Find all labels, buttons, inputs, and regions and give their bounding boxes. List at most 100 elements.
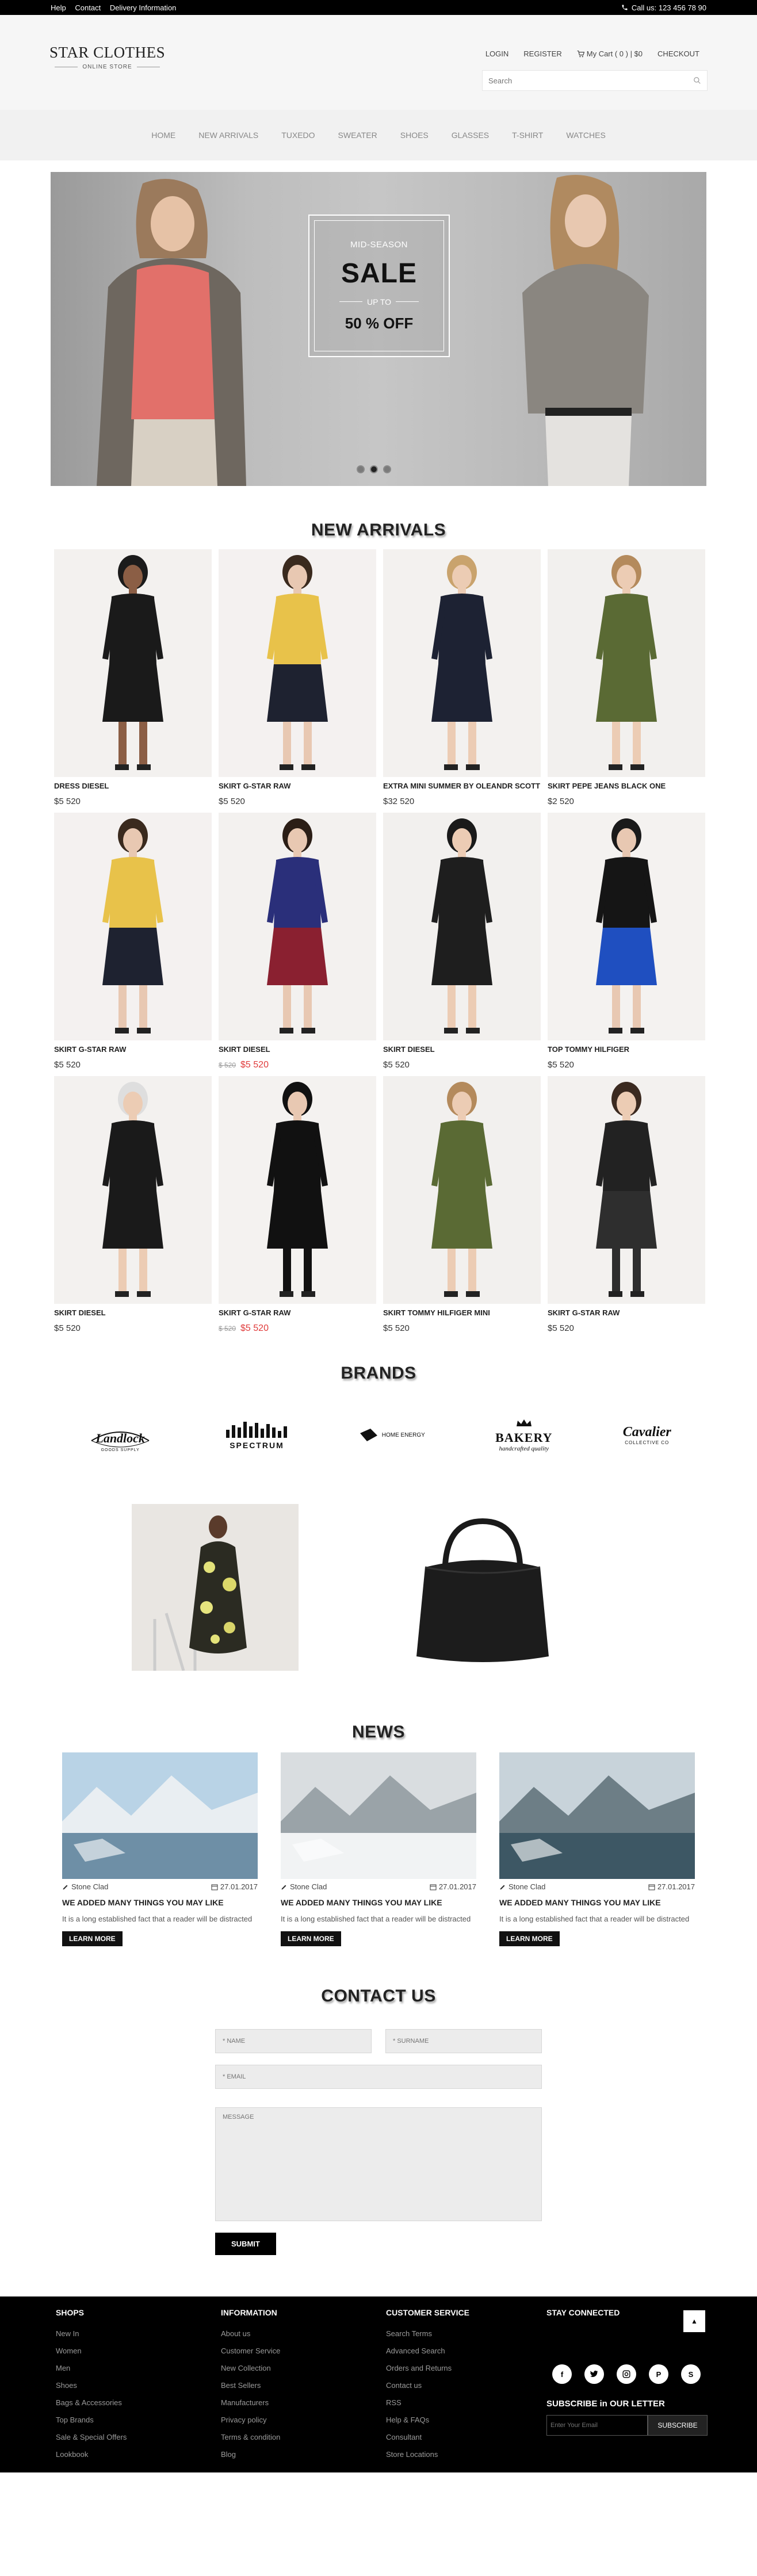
product-name[interactable]: EXTRA MINI SUMMER BY OLEANDR SCOTT [383,782,541,791]
product-card[interactable]: SKIRT G-STAR RAW $5 520 [54,813,212,1076]
product-name[interactable]: SKIRT G-STAR RAW [219,782,376,791]
footer-information-link[interactable]: About us [221,2325,280,2342]
product-image[interactable] [548,549,705,777]
cart-link[interactable]: My Cart ( 0 ) | $0 [577,49,643,58]
product-image[interactable] [54,1076,212,1304]
footer-customer-service-link[interactable]: Store Locations [386,2446,469,2463]
product-image[interactable] [219,549,376,777]
product-image[interactable] [54,813,212,1040]
product-image[interactable] [219,813,376,1040]
footer-customer-service-link[interactable]: Consultant [386,2429,469,2446]
product-name[interactable]: SKIRT G-STAR RAW [548,1308,705,1318]
learn-more-button[interactable]: LEARN MORE [499,1931,560,1946]
footer-shops-link[interactable]: Sale & Special Offers [56,2429,127,2446]
checkout-link[interactable]: CHECKOUT [657,49,699,58]
product-card[interactable]: SKIRT DIESEL $5 520 [54,1076,212,1339]
message-field[interactable] [215,2107,542,2221]
nav-tuxedo[interactable]: TUXEDO [281,131,315,140]
slider-dot-1[interactable] [357,465,365,473]
scroll-top-button[interactable]: ▲ [683,2310,705,2332]
product-name[interactable]: SKIRT DIESEL [383,1045,541,1054]
product-image[interactable] [548,813,705,1040]
footer-information-link[interactable]: Manufacturers [221,2394,280,2412]
hero-banner[interactable]: MID-SEASON SALE UP TO 50 % OFF [51,172,706,486]
product-name[interactable]: SKIRT G-STAR RAW [54,1045,212,1054]
footer-shops-link[interactable]: New In [56,2325,127,2342]
news-headline[interactable]: WE ADDED MANY THINGS YOU MAY LIKE [499,1898,695,1907]
footer-shops-link[interactable]: Women [56,2342,127,2360]
brand-cavalier[interactable]: Cavalier COLLECTIVE CO [623,1425,671,1445]
product-card[interactable]: TOP TOMMY HILFIGER $5 520 [548,813,705,1076]
footer-information-link[interactable]: Best Sellers [221,2377,280,2394]
footer-customer-service-link[interactable]: Advanced Search [386,2342,469,2360]
footer-shops-link[interactable]: Men [56,2360,127,2377]
learn-more-button[interactable]: LEARN MORE [281,1931,341,1946]
footer-information-link[interactable]: New Collection [221,2360,280,2377]
search-icon[interactable] [693,76,701,85]
help-link[interactable]: Help [51,3,66,12]
name-field[interactable] [215,2029,372,2053]
brand-home-energy[interactable]: HOME ENERGY [359,1427,425,1442]
nav-glasses[interactable]: GLASSES [452,131,489,140]
news-image[interactable] [281,1752,476,1879]
skype-icon[interactable]: S [681,2364,701,2384]
surname-field[interactable] [385,2029,542,2053]
promo-bag-image[interactable] [391,1504,572,1671]
pinterest-icon[interactable]: P [649,2364,668,2384]
product-card[interactable]: SKIRT DIESEL $5 520 [383,813,541,1076]
slider-dot-3[interactable] [383,465,391,473]
footer-shops-link[interactable]: Lookbook [56,2446,127,2463]
footer-customer-service-link[interactable]: Search Terms [386,2325,469,2342]
nav-home[interactable]: HOME [151,131,175,140]
product-name[interactable]: SKIRT TOMMY HILFIGER MINI [383,1308,541,1318]
footer-customer-service-link[interactable]: Help & FAQs [386,2412,469,2429]
product-card[interactable]: DRESS DIESEL $5 520 [54,549,212,813]
product-card[interactable]: SKIRT G-STAR RAW $5 520 [219,549,376,813]
brand-landlock[interactable]: Landlock GOODS SUPPLY [86,1418,155,1452]
news-image[interactable] [499,1752,695,1879]
login-link[interactable]: LOGIN [485,49,509,58]
search-input[interactable] [488,76,693,85]
product-card[interactable]: SKIRT PEPE JEANS BLACK ONE $2 520 [548,549,705,813]
instagram-icon[interactable] [617,2364,636,2384]
footer-information-link[interactable]: Customer Service [221,2342,280,2360]
footer-customer-service-link[interactable]: Contact us [386,2377,469,2394]
news-headline[interactable]: WE ADDED MANY THINGS YOU MAY LIKE [62,1898,258,1907]
nav-t-shirt[interactable]: T-SHIRT [512,131,543,140]
contact-link[interactable]: Contact [75,3,101,12]
nav-shoes[interactable]: SHOES [400,131,429,140]
product-card[interactable]: SKIRT TOMMY HILFIGER MINI $5 520 [383,1076,541,1339]
nav-sweater[interactable]: SWEATER [338,131,377,140]
news-headline[interactable]: WE ADDED MANY THINGS YOU MAY LIKE [281,1898,476,1907]
brand-spectrum[interactable]: SPECTRUM [225,1421,288,1450]
product-name[interactable]: TOP TOMMY HILFIGER [548,1045,705,1054]
product-name[interactable]: DRESS DIESEL [54,782,212,791]
footer-customer-service-link[interactable]: RSS [386,2394,469,2412]
submit-button[interactable]: SUBMIT [215,2233,276,2255]
product-card[interactable]: SKIRT G-STAR RAW $5 520 [548,1076,705,1339]
product-name[interactable]: SKIRT PEPE JEANS BLACK ONE [548,782,705,791]
slider-dot-2[interactable] [370,465,378,473]
register-link[interactable]: REGISTER [523,49,561,58]
footer-shops-link[interactable]: Bags & Accessories [56,2394,127,2412]
product-name[interactable]: SKIRT G-STAR RAW [219,1308,376,1318]
footer-information-link[interactable]: Blog [221,2446,280,2463]
product-card[interactable]: SKIRT DIESEL $ 520 $5 520 [219,813,376,1076]
footer-information-link[interactable]: Privacy policy [221,2412,280,2429]
product-image[interactable] [383,813,541,1040]
product-image[interactable] [548,1076,705,1304]
footer-shops-link[interactable]: Shoes [56,2377,127,2394]
footer-information-link[interactable]: Terms & condition [221,2429,280,2446]
learn-more-button[interactable]: LEARN MORE [62,1931,123,1946]
product-image[interactable] [383,549,541,777]
twitter-icon[interactable] [584,2364,604,2384]
nav-new-arrivals[interactable]: NEW ARRIVALS [198,131,258,140]
subscribe-button[interactable]: SUBSCRIBE [648,2415,708,2436]
product-image[interactable] [219,1076,376,1304]
product-image[interactable] [54,549,212,777]
product-card[interactable]: SKIRT G-STAR RAW $ 520 $5 520 [219,1076,376,1339]
brand-bakery[interactable]: BAKERY handcrafted quality [495,1418,552,1452]
news-image[interactable] [62,1752,258,1879]
logo[interactable]: STAR CLOTHES ONLINE STORE [49,44,165,70]
product-name[interactable]: SKIRT DIESEL [219,1045,376,1054]
